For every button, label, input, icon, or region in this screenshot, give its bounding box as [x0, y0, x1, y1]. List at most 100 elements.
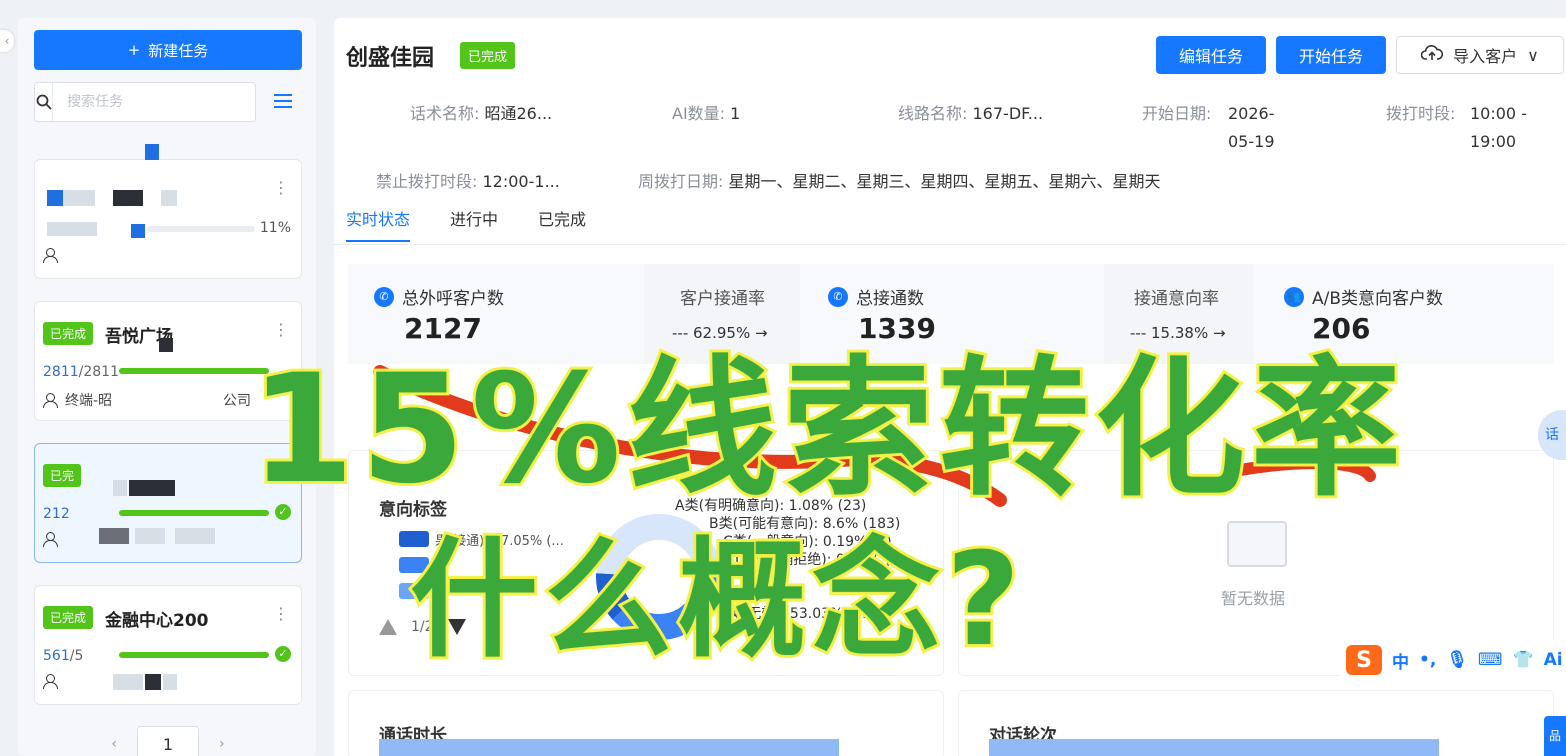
prev-page-icon[interactable]: ‹: [111, 736, 117, 752]
call-duration-panel: 通话时长: [348, 690, 944, 756]
task-card[interactable]: 11% ⋮: [34, 144, 302, 279]
more-icon[interactable]: ⋮: [273, 464, 289, 480]
pie-label-c: C类(一般意向): 0.19% (4): [723, 534, 892, 550]
chevron-left-icon: ‹: [4, 34, 10, 48]
stats-row: ✆ 总外呼客户数 2127 客户接通率 --- 62.95% → ✆ 总接通数 13…: [348, 264, 1554, 364]
legend-pager: 1/2: [379, 619, 466, 635]
legend-item[interactable]: C: [399, 555, 564, 575]
search-input[interactable]: [53, 83, 255, 121]
sidebar-collapse-handle[interactable]: ‹: [0, 30, 14, 52]
task-count: 2811/2811: [43, 364, 119, 380]
meta-script: 话术名称: 昭通26...: [410, 104, 553, 123]
task-sidebar: + 新建任务 11% ⋮ 已完成 吾悦广场 ⋮ 2811/2811 终端-昭 公…: [18, 18, 316, 756]
stat-connect-rate: 客户接通率 --- 62.95% →: [672, 289, 768, 342]
meta-dial-time: 拨打时段:: [1386, 104, 1456, 123]
task-company: 公司: [223, 393, 251, 409]
import-customer-label: 导入客户: [1453, 47, 1518, 66]
status-badge: 已完成: [43, 322, 94, 345]
empty-inbox-icon: [1227, 521, 1287, 567]
next-page-icon[interactable]: ›: [219, 736, 225, 752]
progress-bar: [147, 226, 255, 232]
legend-item[interactable]: 果(接通): 37.05% (...: [399, 529, 564, 549]
more-icon[interactable]: ⋮: [273, 180, 289, 196]
sogou-logo-icon[interactable]: S: [1346, 645, 1382, 675]
ime-chinese-toggle[interactable]: 中: [1392, 648, 1409, 673]
task-count: 561/5: [43, 648, 84, 664]
task-owner: 终端-昭: [43, 390, 112, 410]
task-owner: [43, 248, 58, 263]
phone-connect-icon: ✆: [828, 286, 848, 307]
ime-toolbar: S 中 •, 🎙 ⌨ 👕 Ai: [1340, 640, 1566, 680]
new-task-label: 新建任务: [148, 41, 209, 60]
users-icon: 👥: [1284, 286, 1304, 307]
progress-bar: [119, 368, 269, 374]
punctuation-icon[interactable]: •,: [1419, 650, 1436, 670]
tab-completed[interactable]: 已完成: [538, 206, 586, 242]
status-badge: 已完成: [43, 606, 94, 629]
microphone-icon[interactable]: 🎙: [1446, 650, 1468, 670]
progress-bar: [119, 652, 269, 658]
task-card[interactable]: 已完成 吾悦广场 ⋮ 2811/2811 终端-昭 公司: [34, 301, 302, 421]
status-badge: 已完成: [460, 42, 516, 69]
more-icon[interactable]: ⋮: [273, 322, 289, 338]
progress-bar: [119, 510, 269, 516]
chevron-down-icon: ∨: [1527, 45, 1539, 65]
meta-ban-time: 禁止拨打时段: 12:00-1...: [376, 172, 560, 191]
search-icon[interactable]: [35, 83, 53, 121]
phone-icon: ✆: [374, 286, 394, 307]
person-icon: [43, 674, 58, 689]
pie-label-a: A类(有明确意向): 1.08% (23): [675, 498, 867, 514]
pie-label-b: B类(可能有意向): 8.6% (183): [709, 516, 901, 532]
floating-side-tab-bottom[interactable]: 品: [1544, 716, 1566, 756]
import-customer-button[interactable]: 导入客户 ∨: [1396, 36, 1564, 74]
page-title: 创盛佳园: [346, 46, 435, 71]
intent-pie-chart: [596, 514, 722, 640]
task-owner: [43, 532, 58, 547]
person-icon: [43, 248, 58, 263]
status-badge: 已完: [43, 464, 82, 487]
page-number[interactable]: 1: [137, 726, 199, 756]
person-icon: [43, 393, 58, 408]
legend-next-icon[interactable]: [447, 619, 466, 635]
more-icon[interactable]: ⋮: [273, 606, 289, 622]
shirt-icon[interactable]: 👕: [1512, 650, 1533, 670]
ime-ai-button[interactable]: Ai: [1544, 650, 1563, 670]
intent-panel-title: 意向标签: [379, 500, 447, 520]
person-icon: [43, 532, 58, 547]
meta-line: 线路名称: 167-DF...: [898, 104, 1044, 123]
stat-intent-rate: 接通意向率 --- 15.38% →: [1130, 289, 1226, 342]
search-box: [34, 82, 256, 122]
new-task-button[interactable]: + 新建任务: [34, 30, 302, 70]
meta-start-date-value: 2026- 05-19: [1228, 104, 1275, 151]
meta-start-date: 开始日期:: [1142, 104, 1212, 123]
meta-dial-time-value: 10:00 -19:00: [1470, 104, 1527, 151]
legend-item[interactable]: D: [399, 581, 564, 601]
task-card[interactable]: 已完成 金融中心200 ⋮ 561/5 ✓: [34, 585, 302, 705]
tab-realtime[interactable]: 实时状态: [346, 206, 411, 242]
intent-tag-panel: 意向标签 果(接通): 37.05% (... C D A类(有明确意向): 1…: [348, 450, 944, 676]
progress-percent: 11%: [259, 220, 291, 236]
sidebar-pagination: ‹ 1 ›: [34, 724, 302, 756]
keyboard-icon[interactable]: ⌨: [1478, 650, 1503, 670]
stat-total-connect: ✆ 总接通数 1339: [800, 264, 1104, 364]
complete-check-icon: ✓: [275, 504, 291, 520]
list-view-icon[interactable]: [274, 94, 292, 110]
task-count: 212: [43, 506, 70, 522]
task-name: 金融中心200: [105, 611, 209, 631]
stat-total-call: ✆ 总外呼客户数 2127: [348, 264, 644, 364]
task-card[interactable]: 已完 ⋮ 212 ✓: [34, 443, 302, 563]
task-owner: [43, 674, 58, 689]
intent-legend: 果(接通): 37.05% (... C D: [399, 529, 564, 601]
legend-prev-icon[interactable]: [379, 619, 397, 635]
stat-ab-intent: 👥 A/B类意向客户数 206: [1254, 264, 1554, 364]
tab-in-progress[interactable]: 进行中: [450, 206, 498, 242]
plus-icon: +: [127, 41, 141, 59]
meta-week-days: 周拨打日期: 星期一、星期二、星期三、星期四、星期五、星期六、星期天: [638, 172, 1161, 191]
pie-label-d: D类(明确拒绝): 0.05% (1): [735, 552, 905, 568]
cloud-upload-icon: [1420, 44, 1444, 66]
status-tabs: 实时状态 进行中 已完成: [346, 206, 586, 242]
pie-label-e: E类(无效): 53.03% (...: [719, 606, 867, 622]
complete-check-icon: ✓: [275, 646, 291, 662]
start-task-button[interactable]: 开始任务: [1276, 36, 1386, 74]
edit-task-button[interactable]: 编辑任务: [1156, 36, 1266, 74]
